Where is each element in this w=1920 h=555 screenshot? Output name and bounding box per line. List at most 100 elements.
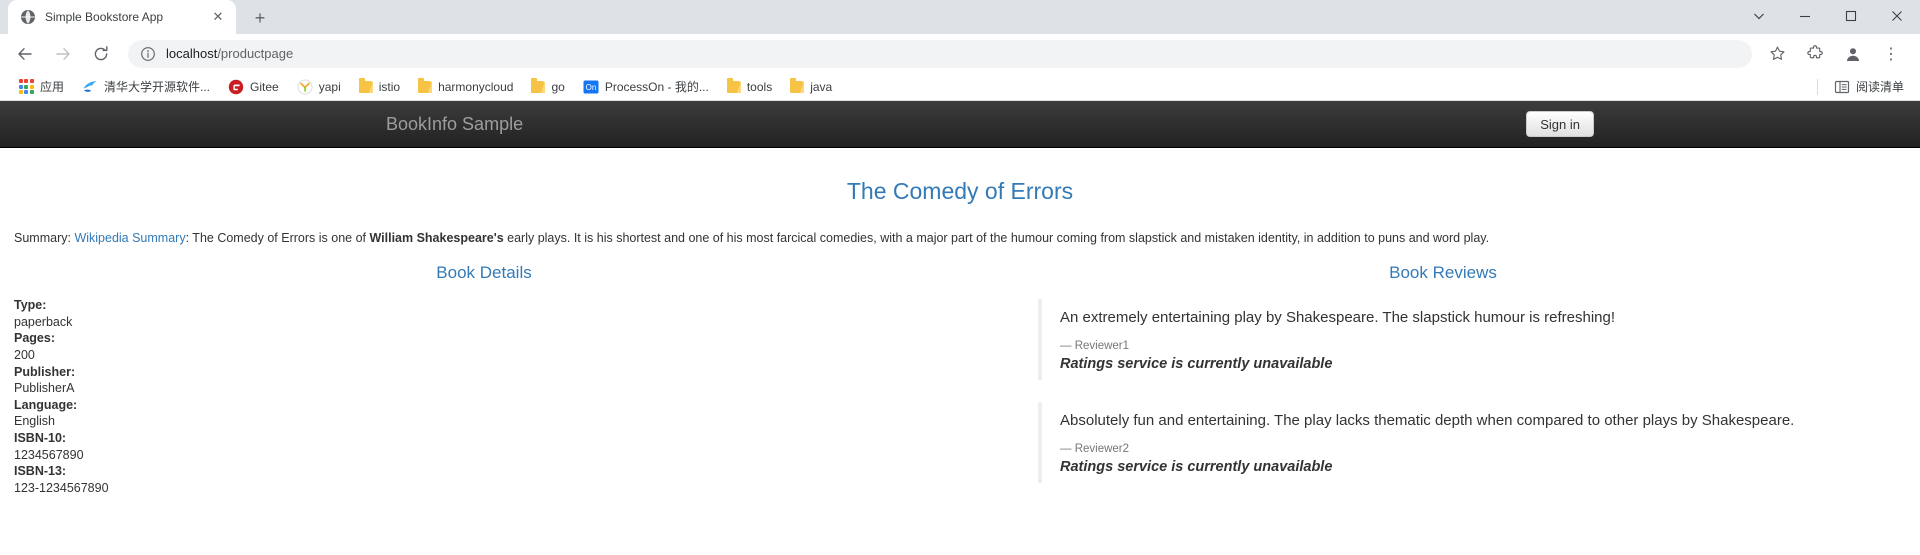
book-summary: Summary: Wikipedia Summary: The Comedy o…: [14, 229, 1906, 247]
apps-grid-icon: [18, 79, 34, 95]
maximize-icon[interactable]: [1828, 0, 1874, 32]
new-tab-button[interactable]: +: [246, 4, 274, 32]
url-path: /productpage: [217, 46, 294, 61]
bookmark-star-icon[interactable]: [1763, 40, 1791, 68]
detail-label-isbn10: ISBN-10:: [14, 431, 67, 446]
detail-label-pages: Pages:: [14, 331, 55, 346]
detail-label-type: Type:: [14, 298, 47, 313]
window-close-icon[interactable]: [1874, 0, 1920, 32]
reviews-list: An extremely entertaining play by Shakes…: [998, 299, 1906, 484]
detail-label-isbn13: ISBN-13:: [14, 464, 67, 479]
browser-toolbar: localhost/productpage ⋮: [0, 34, 1920, 73]
back-icon[interactable]: [11, 40, 39, 68]
sign-in-button[interactable]: Sign in: [1526, 111, 1594, 137]
forward-icon[interactable]: [49, 40, 77, 68]
reading-list-button[interactable]: 阅读清单: [1826, 76, 1908, 98]
tab-title: Simple Bookstore App: [45, 10, 164, 24]
browser-menu-icon[interactable]: ⋮: [1877, 40, 1905, 68]
folder-icon: [418, 78, 433, 93]
review-rating-status: Ratings service is currently unavailable: [1060, 356, 1333, 373]
toolbar-right-group: ⋮: [1758, 40, 1910, 68]
bookmark-gitee[interactable]: Gitee: [220, 76, 287, 98]
bookmark-istio[interactable]: istio: [351, 76, 408, 98]
review-author: — Reviewer1: [1060, 340, 1130, 353]
detail-value-isbn13: 123-1234567890: [14, 480, 109, 495]
chevron-down-icon[interactable]: [1736, 0, 1782, 32]
detail-value-language: English: [14, 414, 55, 429]
content-columns: Book Details Type: paperback Pages: 200 …: [0, 263, 1920, 509]
bookmarks-bar: 应用 清华大学开源软件... Gitee yapi istio harmonyc…: [0, 73, 1920, 101]
tuna-mirror-icon: [83, 80, 97, 92]
gitee-icon: [228, 79, 244, 94]
browser-chrome: Simple Bookstore App ✕ + localhost/produ…: [0, 0, 1920, 101]
reload-icon[interactable]: [87, 40, 115, 68]
detail-value-isbn10: 1234567890: [14, 447, 84, 462]
folder-icon: [790, 78, 805, 93]
bookmark-java[interactable]: java: [782, 76, 840, 98]
bookmark-label: istio: [378, 79, 401, 94]
bookmark-label: tools: [746, 79, 773, 94]
address-bar[interactable]: localhost/productpage: [128, 39, 1752, 68]
detail-value-pages: 200: [14, 347, 35, 362]
detail-label-language: Language:: [14, 397, 78, 412]
toolbar-divider: [1816, 78, 1818, 95]
review-text: Absolutely fun and entertaining. The pla…: [1060, 412, 1795, 430]
reading-list-label: 阅读清单: [1855, 80, 1904, 94]
bookmark-tuna-mirror[interactable]: 清华大学开源软件...: [74, 76, 218, 98]
wikipedia-summary-link[interactable]: Wikipedia Summary: [74, 231, 185, 245]
close-icon[interactable]: ✕: [210, 9, 226, 25]
book-reviews-column: Book Reviews An extremely entertaining p…: [980, 263, 1920, 509]
bookmark-apps[interactable]: 应用: [10, 76, 72, 98]
review-text: An extremely entertaining play by Shakes…: [1060, 309, 1616, 327]
summary-text-before: The Comedy of Errors is one of: [189, 230, 370, 245]
folder-icon: [358, 78, 373, 93]
profile-avatar-icon[interactable]: [1839, 40, 1867, 68]
bookmark-label: yapi: [318, 79, 341, 94]
info-icon[interactable]: [140, 46, 156, 62]
bookmark-label: java: [810, 79, 833, 94]
bookmark-go[interactable]: go: [523, 76, 572, 98]
bookmark-label: go: [551, 79, 565, 94]
page-content: BookInfo Sample Sign in The Comedy of Er…: [0, 101, 1920, 510]
window-controls: [1736, 0, 1920, 32]
detail-label-publisher: Publisher:: [14, 364, 76, 379]
review-rating-status: Ratings service is currently unavailable: [1060, 459, 1333, 476]
url-host: localhost: [166, 46, 218, 61]
bookmark-label: harmonycloud: [438, 79, 514, 94]
address-bar-text: localhost/productpage: [166, 46, 293, 61]
summary-text-after: early plays. It is his shortest and one …: [503, 230, 1490, 245]
bookmark-label: ProcessOn - 我的...: [604, 80, 709, 94]
globe-favicon: [21, 10, 35, 24]
page-title: The Comedy of Errors: [846, 178, 1074, 204]
folder-icon: [531, 78, 546, 93]
bookmark-yapi[interactable]: yapi: [289, 76, 349, 98]
bookmark-harmonycloud[interactable]: harmonycloud: [410, 76, 521, 98]
extensions-icon[interactable]: [1801, 40, 1829, 68]
review-author: — Reviewer2: [1060, 443, 1130, 456]
svg-text:On: On: [585, 83, 596, 92]
minimize-icon[interactable]: [1782, 0, 1828, 32]
review-item: An extremely entertaining play by Shakes…: [1038, 299, 1866, 381]
book-reviews-heading: Book Reviews: [1389, 262, 1497, 282]
summary-author-bold: William Shakespeare's: [369, 230, 504, 245]
bookmark-label: Gitee: [250, 79, 279, 94]
detail-value-publisher: PublisherA: [14, 381, 75, 396]
navbar-brand[interactable]: BookInfo Sample: [386, 115, 523, 133]
bookmark-label: 清华大学开源软件...: [104, 80, 211, 94]
tab-strip: Simple Bookstore App ✕ +: [0, 0, 1920, 34]
bookmark-label: 应用: [40, 80, 65, 94]
folder-icon: [726, 78, 741, 93]
summary-label: Summary:: [14, 230, 71, 245]
browser-tab[interactable]: Simple Bookstore App ✕: [8, 0, 236, 34]
yapi-icon: [297, 79, 313, 94]
detail-value-type: paperback: [14, 314, 73, 329]
book-details-heading: Book Details: [436, 262, 532, 282]
processon-icon: On: [583, 80, 599, 93]
bookmark-processon[interactable]: On ProcessOn - 我的...: [575, 76, 717, 98]
bookmark-tools[interactable]: tools: [719, 76, 780, 98]
review-item: Absolutely fun and entertaining. The pla…: [1038, 402, 1866, 484]
book-details-list: Type: paperback Pages: 200 Publisher: Pu…: [14, 297, 966, 497]
reading-list-icon: [1834, 80, 1850, 93]
site-navbar: BookInfo Sample Sign in: [0, 101, 1920, 148]
book-details-column: Book Details Type: paperback Pages: 200 …: [0, 263, 980, 509]
